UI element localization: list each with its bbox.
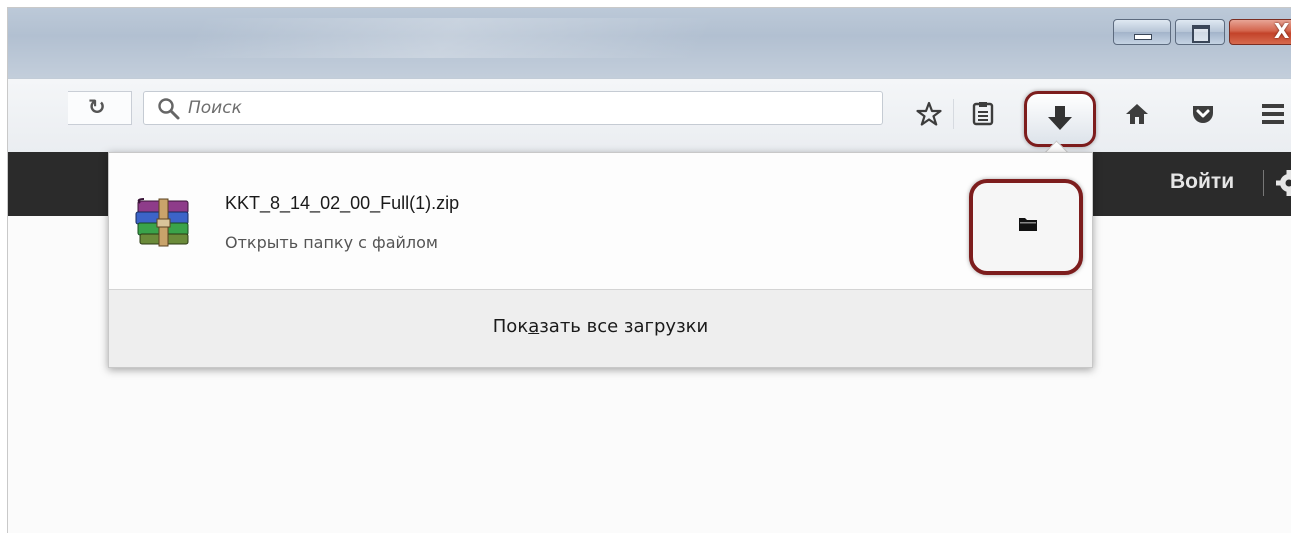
maximize-icon xyxy=(1192,25,1210,43)
show-all-label-end: зать все загрузки xyxy=(539,316,708,337)
browser-window: X ↻ xyxy=(7,7,1291,533)
downloads-panel: KKT_8_14_02_00_Full(1).zip Открыть папку… xyxy=(108,152,1093,368)
downloads-icon xyxy=(1047,105,1073,133)
download-item[interactable]: KKT_8_14_02_00_Full(1).zip Открыть папку… xyxy=(109,153,1092,288)
navigation-toolbar: ↻ xyxy=(8,78,1291,153)
search-input[interactable] xyxy=(188,94,868,122)
search-icon xyxy=(156,96,182,122)
show-all-downloads-button[interactable]: Показать все загрузки xyxy=(109,290,1092,367)
folder-icon xyxy=(1018,215,1038,232)
bookmark-star-icon[interactable] xyxy=(916,101,942,127)
maximize-button[interactable] xyxy=(1175,19,1225,45)
show-all-accesskey: а xyxy=(528,316,539,337)
close-button[interactable]: X xyxy=(1229,19,1291,45)
downloads-button[interactable] xyxy=(1024,91,1096,147)
reload-icon: ↻ xyxy=(88,95,106,119)
login-link[interactable]: Войти xyxy=(1170,170,1234,194)
reload-button[interactable]: ↻ xyxy=(68,91,132,125)
reading-list-icon[interactable] xyxy=(970,101,996,127)
show-all-label-start: Пок xyxy=(493,316,528,337)
download-file-name: KKT_8_14_02_00_Full(1).zip xyxy=(225,193,459,214)
home-icon[interactable] xyxy=(1124,101,1150,127)
open-containing-folder-button[interactable] xyxy=(969,179,1083,275)
close-icon: X xyxy=(1274,19,1289,43)
minimize-button[interactable] xyxy=(1113,19,1171,45)
download-status-text: Открыть папку с файлом xyxy=(225,233,438,252)
toolbar-separator xyxy=(953,99,954,129)
glass-highlight xyxy=(176,18,719,58)
window-titlebar: X xyxy=(8,8,1291,78)
header-separator xyxy=(1263,170,1264,196)
pocket-icon[interactable] xyxy=(1190,101,1216,127)
search-box[interactable] xyxy=(143,91,883,125)
menu-icon[interactable] xyxy=(1260,101,1286,127)
gear-icon[interactable] xyxy=(1274,168,1291,198)
winrar-archive-icon xyxy=(132,197,200,249)
minimize-icon xyxy=(1134,34,1152,40)
